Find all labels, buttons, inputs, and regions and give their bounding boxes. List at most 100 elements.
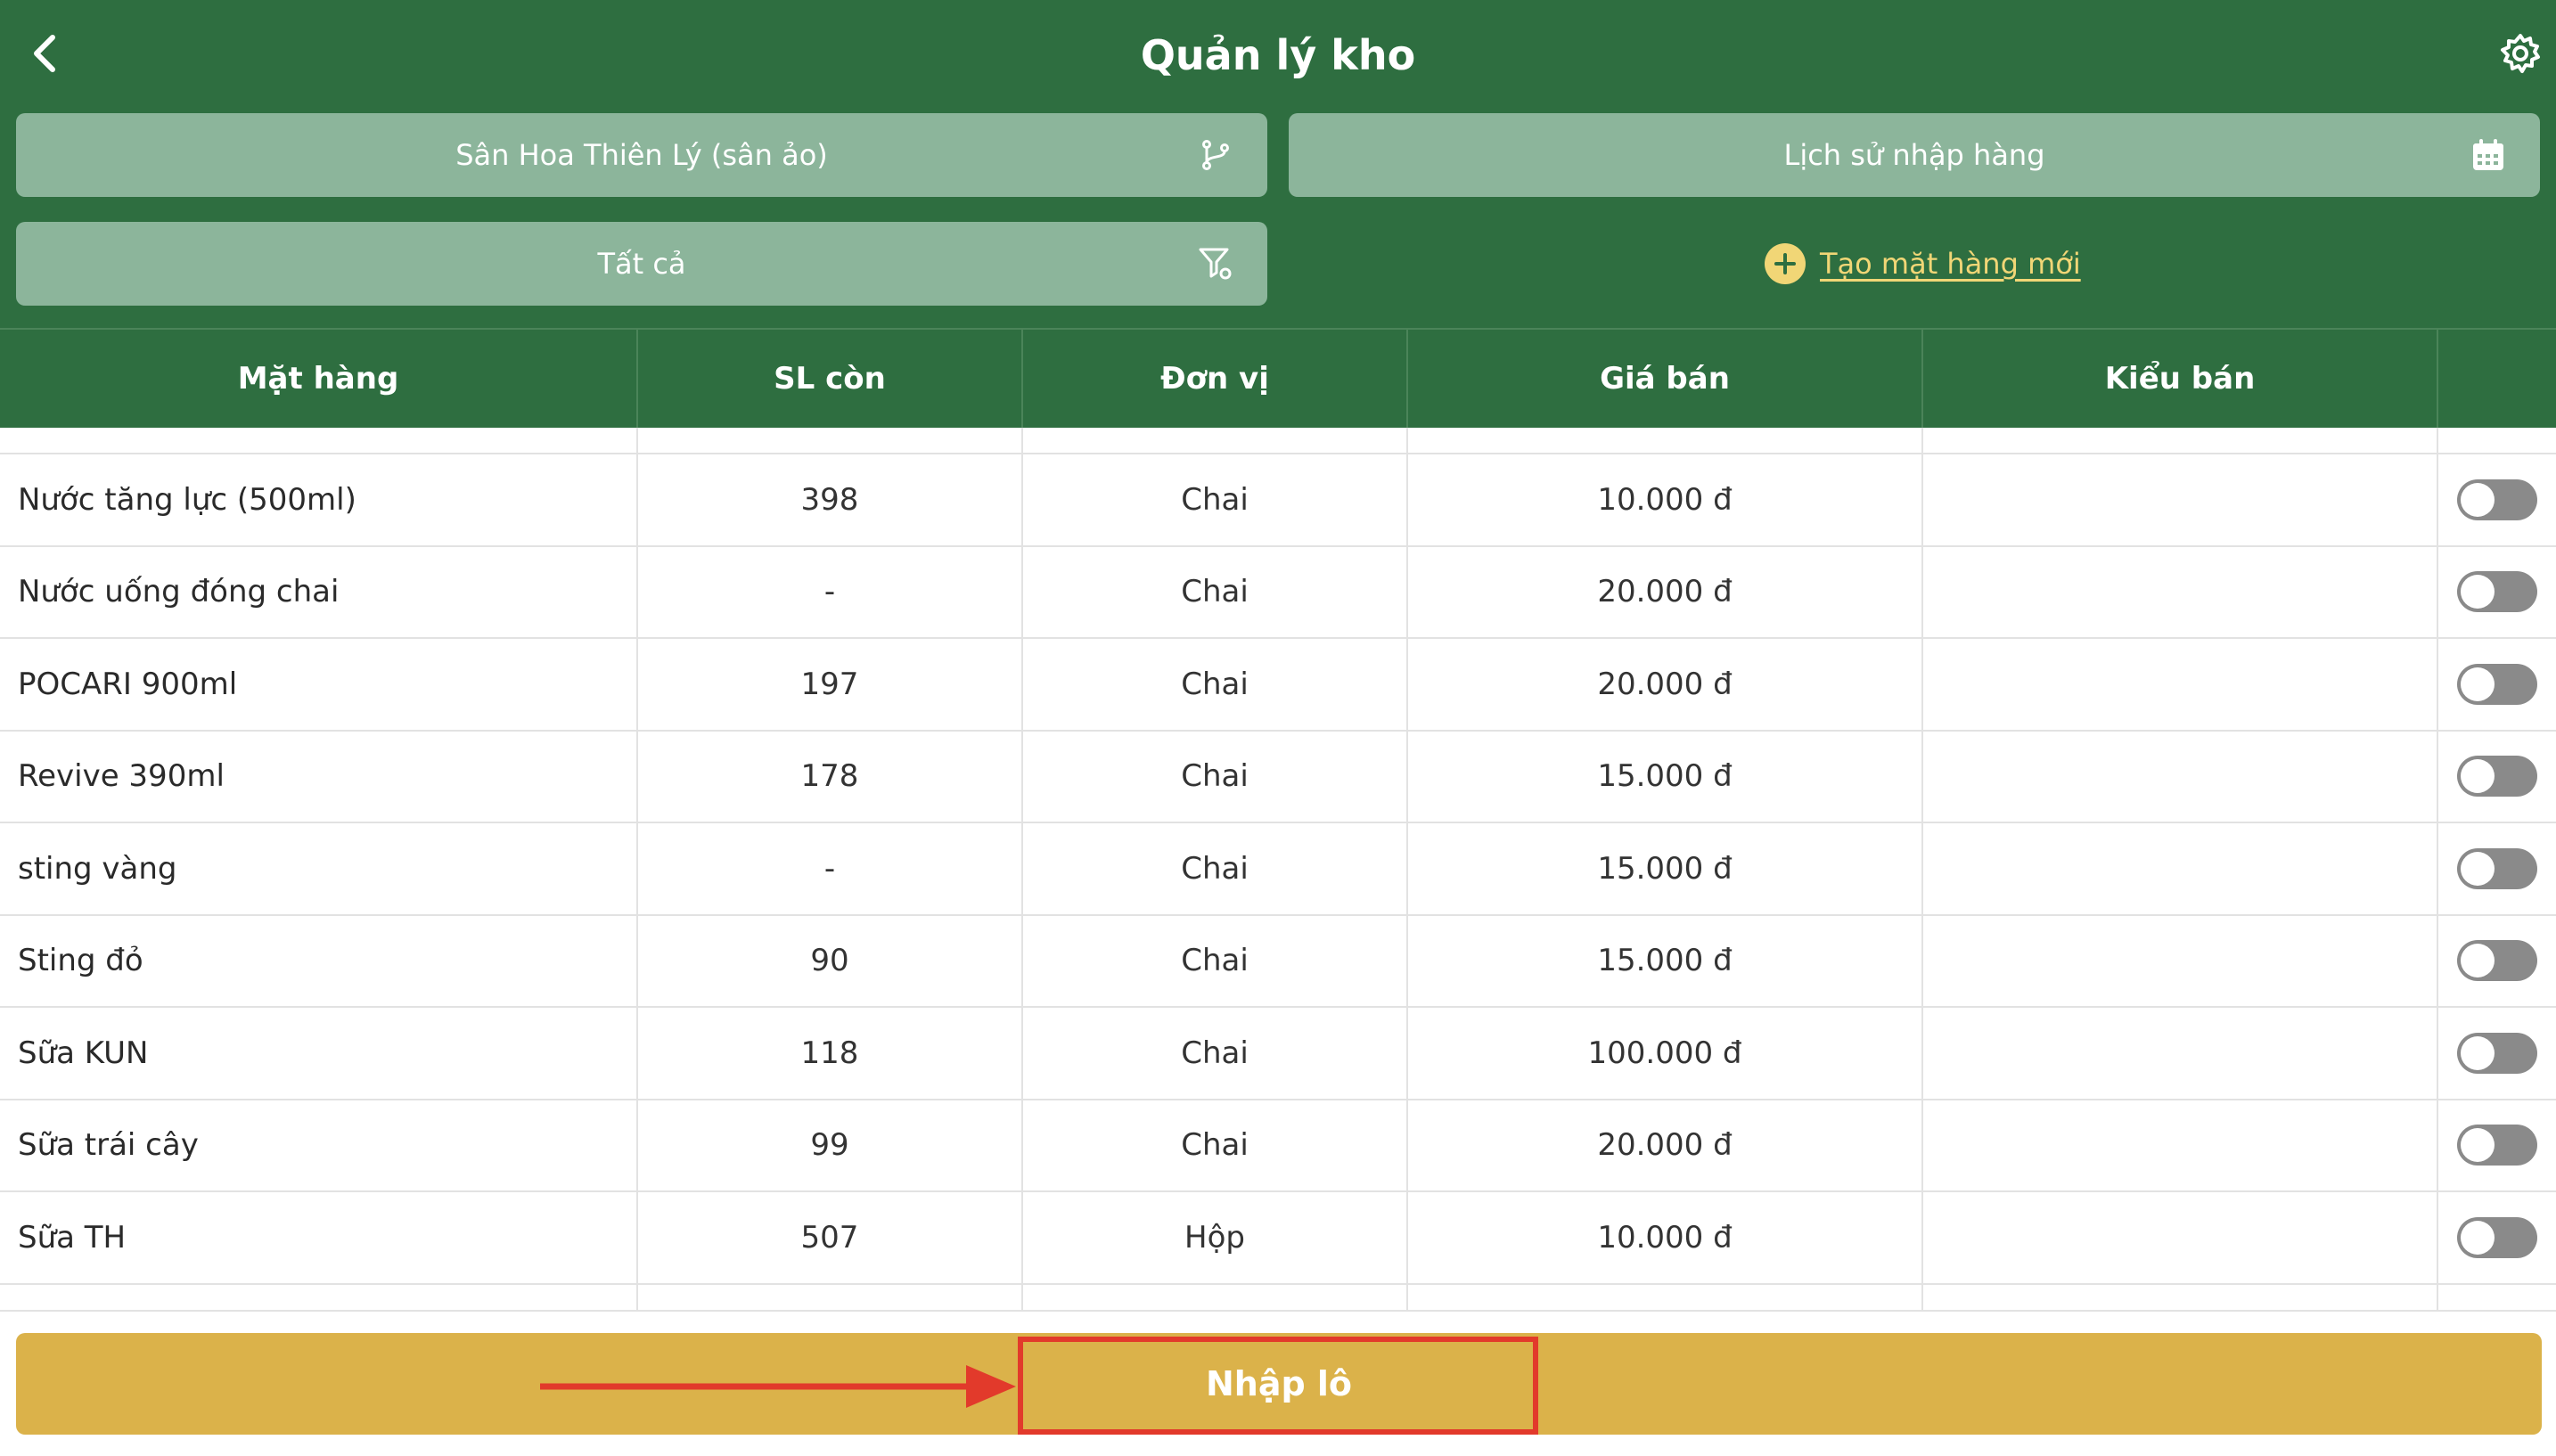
partial-cell xyxy=(0,428,638,453)
qty-cell: 398 xyxy=(638,454,1023,545)
table-row[interactable]: Sữa TH 507 Hộp 10.000 đ xyxy=(0,1192,2556,1285)
toggle-cell xyxy=(2438,547,2556,638)
venue-selector[interactable]: Sân Hoa Thiên Lý (sân ảo) xyxy=(16,113,1267,197)
toggle-knob xyxy=(2461,851,2495,886)
branch-icon xyxy=(1198,137,1233,173)
import-history-button[interactable]: Lịch sử nhập hàng xyxy=(1289,113,2540,197)
toggle-knob xyxy=(2461,1128,2495,1163)
table-row[interactable]: Sữa trái cây 99 Chai 20.000 đ xyxy=(0,1100,2556,1192)
toggle-knob xyxy=(2461,482,2495,517)
active-toggle[interactable] xyxy=(2457,1032,2537,1074)
active-toggle[interactable] xyxy=(2457,1125,2537,1166)
sale-type-cell xyxy=(1923,1192,2438,1283)
partial-cell xyxy=(638,1284,1023,1310)
table-header: Mặt hàng SL còn Đơn vị Giá bán Kiểu bán xyxy=(0,328,2556,428)
table-row[interactable]: Nước uống đóng chai - Chai 20.000 đ xyxy=(0,546,2556,639)
item-name-cell: Nước tăng lực (500ml) xyxy=(0,454,638,545)
qty-cell: 118 xyxy=(638,1008,1023,1099)
sale-type-cell xyxy=(1923,639,2438,730)
sale-type-cell xyxy=(1923,1008,2438,1099)
table-row[interactable]: POCARI 900ml 197 Chai 20.000 đ xyxy=(0,639,2556,732)
price-cell: 20.000 đ xyxy=(1408,1100,1923,1190)
create-item-link[interactable]: Tạo mặt hàng mới xyxy=(1765,241,2081,287)
active-toggle[interactable] xyxy=(2457,756,2537,798)
column-header-toggle xyxy=(2438,330,2556,428)
partial-cell xyxy=(1923,428,2438,453)
plus-circle-icon xyxy=(1765,243,1806,284)
partial-cell xyxy=(2438,428,2556,453)
partial-cell xyxy=(1023,1284,1408,1310)
toggle-cell xyxy=(2438,1192,2556,1283)
qty-cell: 197 xyxy=(638,639,1023,730)
item-name-cell: Sữa trái cây xyxy=(0,1100,638,1190)
category-filter-label: Tất cả xyxy=(597,247,686,281)
toggle-cell xyxy=(2438,916,2556,1007)
settings-button[interactable] xyxy=(2495,29,2545,78)
table-row[interactable]: sting vàng - Chai 15.000 đ xyxy=(0,823,2556,916)
gear-icon xyxy=(2501,34,2540,73)
toggle-knob xyxy=(2461,575,2495,609)
table-row[interactable]: Sữa KUN 118 Chai 100.000 đ xyxy=(0,1008,2556,1100)
sale-type-cell xyxy=(1923,915,2438,1006)
qty-cell: 90 xyxy=(638,915,1023,1006)
column-header-item: Mặt hàng xyxy=(0,330,638,428)
toggle-cell xyxy=(2438,454,2556,545)
price-cell: 10.000 đ xyxy=(1408,454,1923,545)
price-cell: 15.000 đ xyxy=(1408,823,1923,914)
item-name-cell: Sữa TH xyxy=(0,1192,638,1283)
toggle-cell xyxy=(2438,732,2556,822)
item-name-cell: Revive 390ml xyxy=(0,731,638,822)
price-cell: 100.000 đ xyxy=(1408,1008,1923,1099)
item-name-cell: Sting đỏ xyxy=(0,915,638,1006)
item-name-cell: POCARI 900ml xyxy=(0,639,638,730)
import-history-label: Lịch sử nhập hàng xyxy=(1783,138,2045,172)
partial-cell xyxy=(1408,1284,1923,1310)
annotation-highlight-box xyxy=(1018,1337,1538,1435)
active-toggle[interactable] xyxy=(2457,847,2537,889)
qty-cell: - xyxy=(638,823,1023,914)
toggle-cell xyxy=(2438,1100,2556,1191)
sale-type-cell xyxy=(1923,546,2438,637)
toggle-knob xyxy=(2461,667,2495,701)
sale-type-cell xyxy=(1923,823,2438,914)
active-toggle[interactable] xyxy=(2457,663,2537,705)
active-toggle[interactable] xyxy=(2457,940,2537,982)
toggle-cell xyxy=(2438,823,2556,914)
unit-cell: Chai xyxy=(1023,639,1408,730)
table-row[interactable]: Revive 390ml 178 Chai 15.000 đ xyxy=(0,731,2556,823)
price-cell: 20.000 đ xyxy=(1408,546,1923,637)
partial-cell xyxy=(0,1284,638,1310)
table-row[interactable]: Nước tăng lực (500ml) 398 Chai 10.000 đ xyxy=(0,454,2556,547)
table-row[interactable]: Sting đỏ 90 Chai 15.000 đ xyxy=(0,915,2556,1008)
sale-type-cell xyxy=(1923,731,2438,822)
price-cell: 20.000 đ xyxy=(1408,639,1923,730)
unit-cell: Hộp xyxy=(1023,1192,1408,1283)
column-header-price: Giá bán xyxy=(1408,330,1923,428)
active-toggle[interactable] xyxy=(2457,571,2537,613)
inventory-table-body[interactable]: Nước tăng lực (500ml) 398 Chai 10.000 đ Nước… xyxy=(0,428,2556,1313)
venue-selector-label: Sân Hoa Thiên Lý (sân ảo) xyxy=(455,138,828,172)
annotation-arrow-icon xyxy=(540,1365,1016,1408)
price-cell: 15.000 đ xyxy=(1408,915,1923,1006)
create-item-label: Tạo mặt hàng mới xyxy=(1820,247,2081,281)
price-cell: 15.000 đ xyxy=(1408,731,1923,822)
partial-cell xyxy=(638,428,1023,453)
toggle-cell xyxy=(2438,639,2556,730)
column-header-qty: SL còn xyxy=(638,330,1023,428)
item-name-cell: Nước uống đóng chai xyxy=(0,546,638,637)
partial-cell xyxy=(1023,428,1408,453)
sale-type-cell xyxy=(1923,1100,2438,1190)
calendar-icon xyxy=(2470,137,2506,173)
toggle-knob xyxy=(2461,1035,2495,1070)
partial-cell xyxy=(1408,428,1923,453)
active-toggle[interactable] xyxy=(2457,479,2537,520)
partial-cell xyxy=(1923,1284,2438,1310)
unit-cell: Chai xyxy=(1023,546,1408,637)
partial-cell xyxy=(2438,1285,2556,1310)
category-filter[interactable]: Tất cả xyxy=(16,222,1267,306)
filter-settings-icon xyxy=(1198,246,1233,282)
toggle-knob xyxy=(2461,1220,2495,1255)
qty-cell: - xyxy=(638,546,1023,637)
toggle-cell xyxy=(2438,1008,2556,1099)
active-toggle[interactable] xyxy=(2457,1216,2537,1258)
